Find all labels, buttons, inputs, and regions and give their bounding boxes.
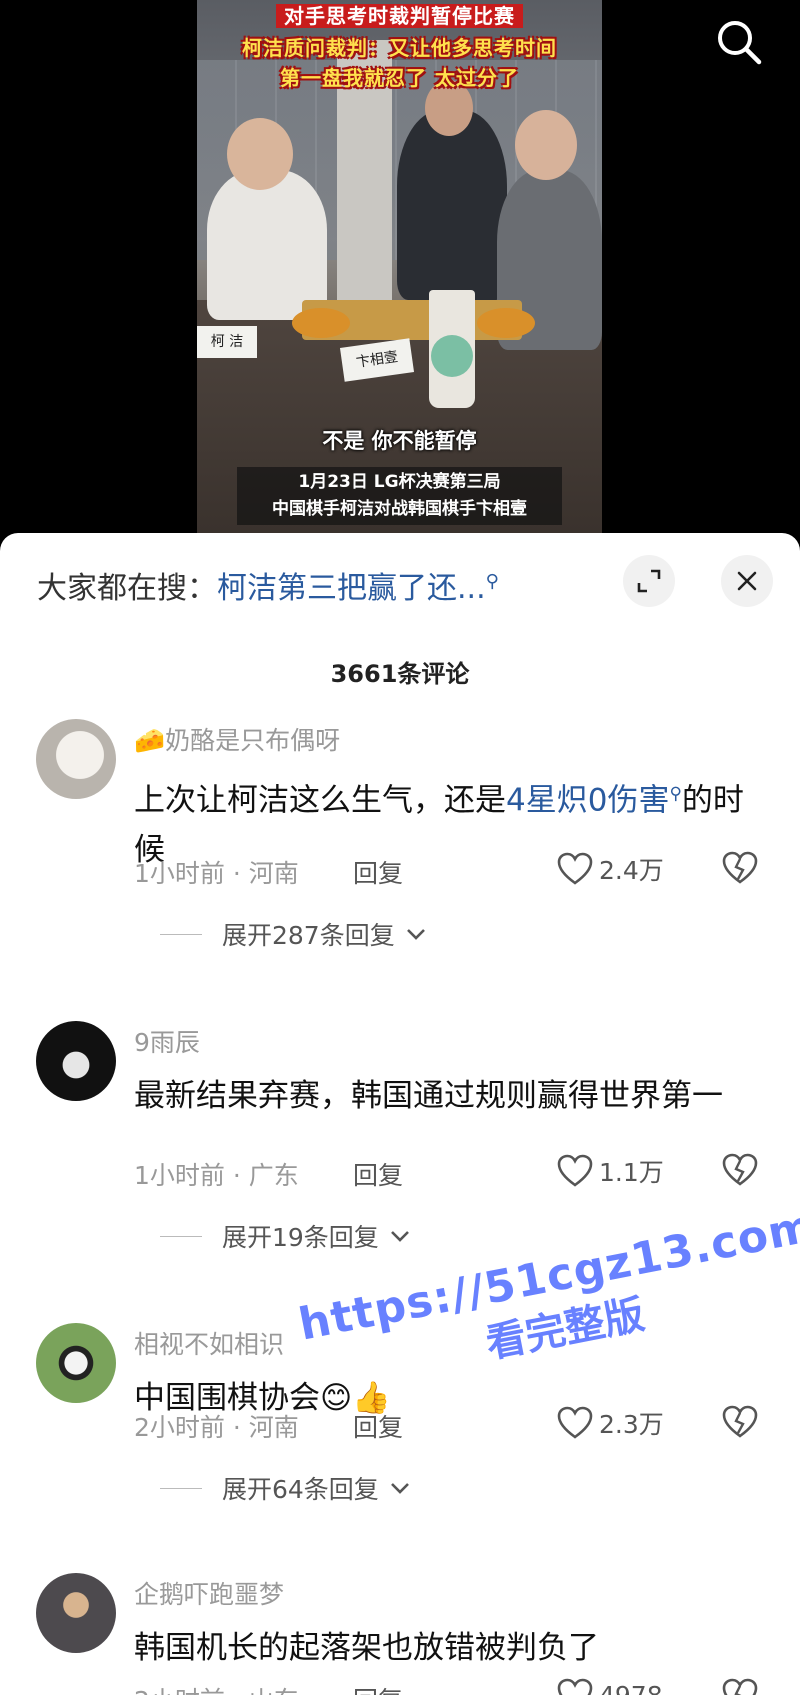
hot-search-label: 大家都在搜： [37, 571, 217, 606]
comment-meta: 2小时前 · 山东 [134, 1681, 299, 1695]
divider [160, 1487, 202, 1489]
heart-icon [557, 1154, 593, 1187]
broken-heart-icon [722, 1405, 758, 1438]
comment-username[interactable]: 9雨辰 [134, 1023, 200, 1059]
expand-replies[interactable]: 展开19条回复 [160, 1218, 411, 1254]
comment-keyword-link[interactable]: 4星炽0伤害 [506, 782, 669, 818]
comment-username[interactable]: 相视不如相识 [134, 1325, 284, 1361]
dislike-button[interactable] [722, 1153, 758, 1191]
like-button[interactable]: 2.4万 [557, 851, 664, 887]
divider [160, 933, 202, 935]
dislike-button[interactable] [722, 1678, 758, 1695]
broken-heart-icon [722, 851, 758, 884]
chevron-down-icon [390, 1231, 409, 1242]
heart-icon [557, 1678, 593, 1695]
player-left-figure [207, 170, 327, 320]
video-subtitle: 不是 你不能暂停 [322, 429, 477, 453]
search-small-icon: ⚲ [669, 784, 682, 804]
expand-replies-label: 展开64条回复 [222, 1475, 379, 1504]
divider [160, 1235, 202, 1237]
dislike-button[interactable] [722, 1405, 758, 1443]
comment-text: 韩国机长的起落架也放错被判负了 [134, 1630, 599, 1666]
avatar[interactable] [36, 1021, 116, 1101]
video-player[interactable]: 柯 洁 卞相壹 对手思考时裁判暂停比赛 柯洁质问裁判：又让他多思考时间 第一盘我… [0, 0, 800, 540]
comment-username[interactable]: 企鹅吓跑噩梦 [134, 1575, 284, 1611]
comment-count: 3661条评论 [330, 660, 470, 688]
close-icon [737, 571, 757, 591]
search-button[interactable] [713, 16, 765, 68]
reply-button[interactable]: 回复 [353, 1156, 403, 1192]
expand-replies[interactable]: 展开64条回复 [160, 1470, 411, 1506]
comment-text-part: 上次让柯洁这么生气，还是 [134, 782, 506, 819]
heart-icon [557, 1406, 593, 1439]
chevron-down-icon [406, 929, 425, 940]
comment-meta: 2小时前 · 河南 [134, 1413, 299, 1442]
comment-meta: 1小时前 · 广东 [134, 1161, 299, 1190]
dislike-button[interactable] [722, 851, 758, 889]
video-headline-text: 对手思考时裁判暂停比赛 [276, 4, 523, 28]
referee-figure [397, 110, 507, 300]
comment-username[interactable]: 🧀奶酪是只布偶呀 [134, 721, 340, 757]
reply-button[interactable]: 回复 [353, 854, 403, 890]
stone-bowl-left [292, 308, 350, 338]
like-button[interactable]: 4978 [557, 1678, 663, 1695]
video-caption-line2: 中国棋手柯洁对战韩国棋手卞相壹 [272, 499, 527, 519]
like-button[interactable]: 2.3万 [557, 1405, 664, 1441]
reply-button[interactable]: 回复 [353, 1681, 403, 1695]
video-caption-line1: 1月23日 LG杯决赛第三局 [298, 472, 501, 492]
comment-text: 最新结果弃赛，韩国通过规则赢得世界第一 [134, 1078, 723, 1114]
broken-heart-icon [722, 1678, 758, 1695]
expand-button[interactable] [623, 555, 675, 607]
heart-icon [557, 852, 593, 885]
video-headline: 对手思考时裁判暂停比赛 [197, 0, 602, 29]
like-button[interactable]: 1.1万 [557, 1153, 664, 1189]
cup-logo [431, 335, 473, 377]
hot-search-link[interactable]: 柯洁第三把赢了还... [217, 571, 486, 606]
like-count: 1.1万 [599, 1158, 664, 1187]
expand-replies-label: 展开287条回复 [222, 921, 395, 950]
player-left-head [227, 118, 293, 190]
nameplate-left: 柯 洁 [197, 326, 257, 358]
chevron-down-icon [390, 1483, 409, 1494]
broken-heart-icon [722, 1153, 758, 1186]
stone-bowl-right [477, 308, 535, 338]
expand-replies-label: 展开19条回复 [222, 1223, 379, 1252]
search-small-icon: ⚲ [485, 571, 499, 592]
avatar[interactable] [36, 719, 116, 799]
comment-meta: 1小时前 · 河南 [134, 859, 299, 888]
video-caption: 1月23日 LG杯决赛第三局 中国棋手柯洁对战韩国棋手卞相壹 [237, 467, 562, 525]
expand-replies[interactable]: 展开287条回复 [160, 916, 427, 952]
search-icon [718, 21, 762, 65]
like-count: 2.4万 [599, 856, 664, 885]
hot-search-bar: 大家都在搜：柯洁第三把赢了还...⚲ [37, 563, 499, 607]
avatar[interactable] [36, 1573, 116, 1653]
close-button[interactable] [721, 555, 773, 607]
player-right-head [515, 110, 577, 180]
like-count: 4978 [599, 1680, 663, 1695]
comment-sheet: 大家都在搜：柯洁第三把赢了还...⚲ 3661条评论 🧀奶酪是只布偶呀 上次让柯… [0, 533, 800, 1695]
like-count: 2.3万 [599, 1410, 664, 1439]
expand-icon [637, 569, 661, 593]
video-headline-line2: 柯洁质问裁判：又让他多思考时间 [242, 36, 557, 60]
video-headline-line3: 第一盘我就忍了 太过分了 [280, 66, 519, 90]
video-frame[interactable]: 柯 洁 卞相壹 对手思考时裁判暂停比赛 柯洁质问裁判：又让他多思考时间 第一盘我… [197, 0, 602, 533]
reply-button[interactable]: 回复 [353, 1408, 403, 1444]
avatar[interactable] [36, 1323, 116, 1403]
